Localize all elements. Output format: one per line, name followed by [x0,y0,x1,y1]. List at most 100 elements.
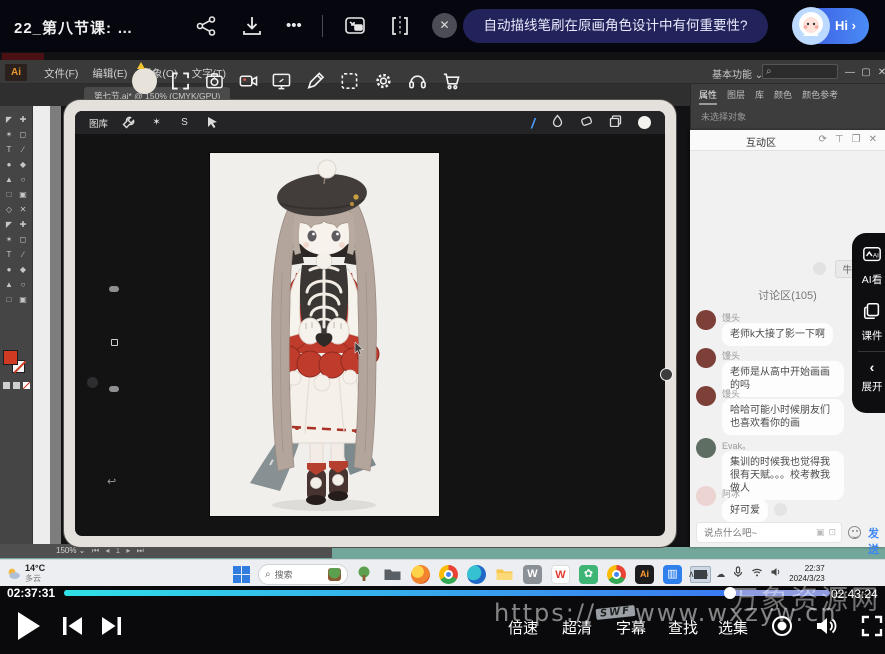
tool-eyedropper[interactable]: T [2,247,16,262]
tool-magic-wand[interactable]: ✶ [2,127,16,142]
close-panel-icon[interactable]: ✕ [869,134,877,145]
smudge-tool-icon[interactable] [551,114,564,132]
opacity-slider-handle[interactable] [109,386,119,392]
menu-file[interactable]: 文件(F) [44,66,78,81]
tool-gradient[interactable]: ◻ [16,232,30,247]
taskbar-app-explorer-dark[interactable] [381,563,404,586]
taskbar-app-wps[interactable]: W [549,563,572,586]
share-icon[interactable] [194,14,218,38]
undo-arrow-icon[interactable]: ↩ [107,475,116,488]
floating-circle-button[interactable] [660,368,673,381]
taskbar-app-illustrator[interactable]: Ai [633,563,656,586]
color-mode-swatches[interactable] [3,382,30,389]
recorder-icon[interactable] [238,70,259,92]
selection-region-icon[interactable] [339,70,360,92]
settings-gear-icon[interactable] [373,70,394,92]
minimize-button[interactable]: — [843,67,857,78]
refresh-icon[interactable]: ⟳ [819,134,827,145]
tool-line-segment[interactable]: ● [2,157,16,172]
restore-button[interactable]: ▢ [859,67,873,78]
progress-bar[interactable] [64,590,830,596]
mirror-flip-icon[interactable] [388,14,412,38]
headset-icon[interactable] [407,70,428,92]
tab-color[interactable]: 颜色 [774,88,792,105]
emoji-icon[interactable] [848,526,861,539]
avatar[interactable] [696,348,716,368]
avatar[interactable] [696,386,716,406]
actions-wrench-icon[interactable] [122,116,135,129]
tray-pen-icon[interactable]: ✎ [702,569,710,580]
send-button[interactable]: 发送 [868,525,885,557]
tab-color-guide[interactable]: 颜色参考 [802,88,838,105]
tray-cloud-icon[interactable]: ☁ [716,569,725,580]
tool-zoom[interactable]: ▣ [16,292,30,307]
tab-layers[interactable]: 图层 [727,88,745,105]
screen-share-icon[interactable] [271,70,292,92]
avatar[interactable] [696,486,716,506]
tool-scale[interactable]: ▣ [16,187,30,202]
eraser-tool-icon[interactable] [580,114,593,132]
avatar[interactable] [696,438,716,458]
play-button[interactable] [18,612,40,640]
pip-icon[interactable] [343,14,367,38]
modify-button[interactable] [111,339,118,346]
download-icon[interactable] [240,14,264,38]
camera-icon[interactable] [204,70,225,92]
ai-watch-button[interactable]: AI AI看 [852,245,885,287]
message-more-icon[interactable] [774,503,787,516]
gallery-button[interactable]: 图库 [89,116,108,130]
illustrator-search-input[interactable] [762,64,838,79]
color-picker-icon[interactable] [638,116,651,129]
taskbar-app-blue[interactable]: ▥ [661,563,684,586]
pin-bubble-icon[interactable] [813,262,826,275]
fullscreen-icon[interactable] [860,614,884,638]
close-window-button[interactable]: ✕ [875,67,885,78]
cart-icon[interactable] [441,70,462,92]
next-button[interactable] [100,616,122,636]
ai-question-pill[interactable]: 自动描线笔刷在原画角色设计中有何重要性? [463,9,768,43]
tool-shape-builder[interactable]: ◤ [2,217,16,232]
adjustments-icon[interactable]: ✶ [150,116,163,129]
tool-direct-selection[interactable]: ✚ [16,112,30,127]
taskbar-search[interactable]: ⌕搜索 [258,564,348,585]
tool-free-transform[interactable]: ✕ [16,202,30,217]
tool-hand[interactable]: □ [2,292,16,307]
taskbar-app-word-gray[interactable]: W [521,563,544,586]
taskbar-app-folder[interactable] [493,563,516,586]
tool-width[interactable]: ◇ [2,202,16,217]
tool-rotate[interactable]: □ [2,187,16,202]
taskbar-app-green[interactable]: ✿ [577,563,600,586]
popout-icon[interactable]: ❐ [852,134,861,145]
tray-chevron-up-icon[interactable]: ∧ [688,569,695,580]
layers-icon[interactable] [609,114,622,132]
artwork-canvas[interactable] [210,153,439,516]
close-search-icon[interactable]: ✕ [432,13,457,38]
sidebar-dot-button[interactable] [87,377,98,388]
taskbar-app-edge[interactable] [465,563,488,586]
tool-paintbrush[interactable]: ▲ [2,172,16,187]
avatar[interactable] [696,310,716,330]
previous-button[interactable] [62,616,84,636]
tool-slice[interactable]: ○ [16,277,30,292]
tool-type[interactable]: ∕ [16,142,30,157]
taskbar-app-chrome[interactable] [437,563,460,586]
brush-tool-icon[interactable]: / [531,115,535,131]
expand-button[interactable]: ‹ 展开 [852,359,885,394]
tool-mesh[interactable]: ✶ [2,232,16,247]
size-slider-handle[interactable] [109,286,119,292]
tool-lasso[interactable]: ◻ [16,127,30,142]
assistant-pill[interactable]: Hi › [793,8,869,44]
tool-perspective-grid[interactable]: ✚ [16,217,30,232]
tool-blend[interactable]: ∕ [16,247,30,262]
taskbar-app-tree[interactable] [353,563,376,586]
image-attach-icon[interactable]: ▣ [816,527,825,538]
start-button[interactable] [230,563,253,586]
transform-arrow-icon[interactable] [206,116,219,129]
streamer-avatar[interactable] [132,68,157,94]
selection-tool-icon[interactable]: S [178,116,191,129]
more-icon[interactable]: ••• [286,14,310,38]
workspace-switcher[interactable]: 基本功能 ⌄ [712,66,763,81]
menu-edit[interactable]: 编辑(E) [92,66,127,81]
taskbar-app-firefox[interactable] [409,563,432,586]
tool-rectangle[interactable]: ◆ [16,157,30,172]
